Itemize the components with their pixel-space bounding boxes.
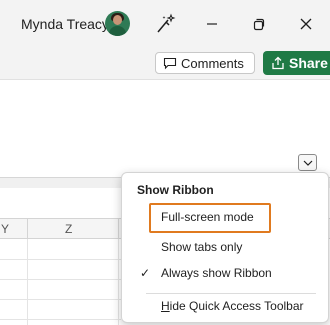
highlight-box [149, 203, 271, 233]
comments-button[interactable]: Comments [155, 52, 255, 74]
share-label: Share [289, 55, 328, 71]
avatar[interactable] [105, 11, 130, 36]
column-separator [27, 219, 28, 239]
column-header-y[interactable]: Y [1, 222, 9, 236]
comment-icon [163, 57, 177, 73]
grid-line [27, 239, 28, 325]
grid-line [0, 279, 121, 280]
grid-line [0, 319, 121, 320]
show-ribbon-menu: Show Ribbon Full-screen mode Show tabs o… [121, 172, 329, 323]
checkmark-icon: ✓ [140, 266, 151, 280]
grid-line [118, 239, 119, 325]
menu-item-label: Hide Quick Access Toolbar [161, 299, 304, 313]
chevron-down-icon [303, 160, 313, 166]
menu-item-show-tabs-only[interactable]: Show tabs only [122, 236, 328, 260]
menu-item-hide-quick-access-toolbar[interactable]: Hide Quick Access Toolbar [122, 295, 328, 319]
avatar-face [113, 15, 122, 25]
close-icon[interactable] [294, 12, 318, 36]
column-separator [118, 219, 119, 239]
avatar-body [109, 26, 126, 36]
ribbon-area [0, 79, 330, 178]
comments-label: Comments [181, 56, 244, 71]
menu-item-always-show-ribbon[interactable]: ✓ Always show Ribbon [122, 262, 328, 286]
menu-item-label-rest: ide Quick Access Toolbar [169, 299, 304, 313]
menu-item-label: Always show Ribbon [161, 266, 272, 280]
menu-separator [146, 293, 316, 294]
menu-heading: Show Ribbon [137, 183, 214, 197]
grid-line [0, 259, 121, 260]
magic-wand-icon[interactable] [153, 12, 177, 36]
share-icon [271, 56, 285, 73]
restore-icon[interactable] [247, 12, 271, 36]
access-key: H [161, 299, 170, 313]
column-header-z[interactable]: Z [65, 222, 72, 236]
ribbon-display-options-button[interactable] [298, 154, 317, 171]
menu-item-label: Show tabs only [161, 240, 243, 254]
grid-line [0, 299, 121, 300]
user-name[interactable]: Mynda Treacy [21, 16, 109, 32]
minimize-icon[interactable] [200, 12, 224, 36]
share-button[interactable]: Share [263, 51, 330, 75]
